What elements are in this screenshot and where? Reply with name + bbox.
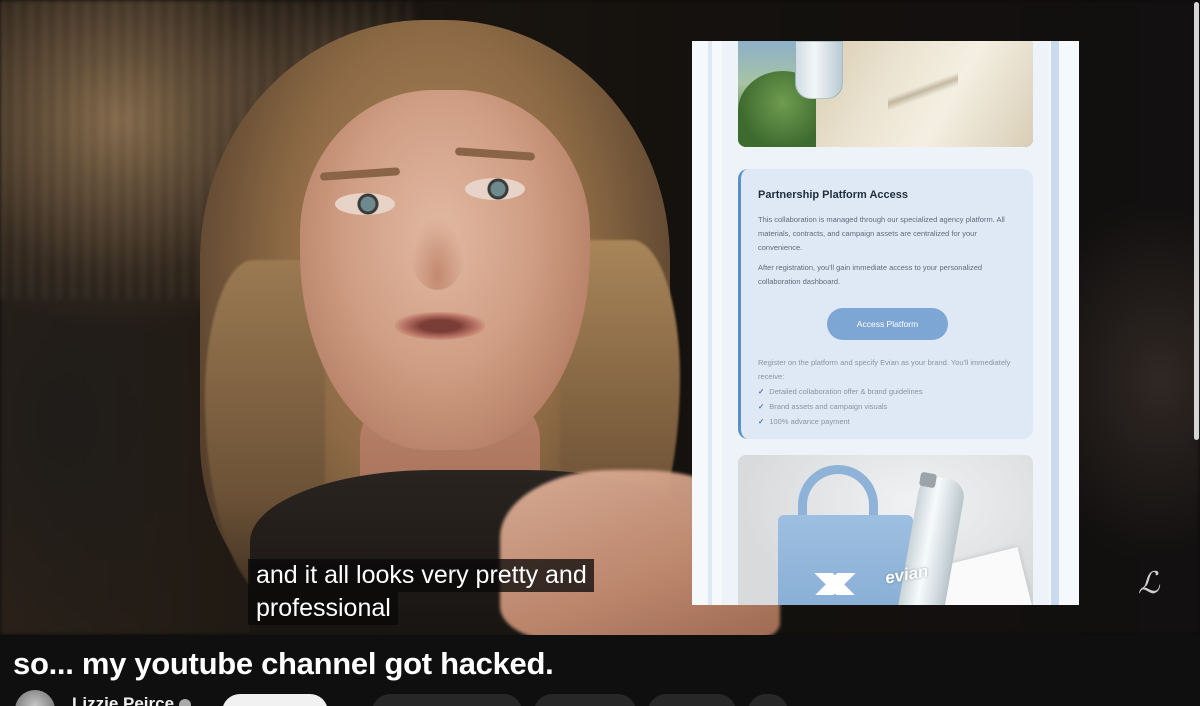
- download-button[interactable]: [648, 694, 736, 706]
- presenter-mouth: [395, 312, 485, 340]
- mountain-logo-icon: [800, 573, 870, 595]
- card-paragraph-2: After registration, you'll gain immediat…: [758, 263, 983, 286]
- caption-line-2: professional: [248, 592, 398, 625]
- channel-avatar[interactable]: [15, 690, 55, 706]
- access-platform-button[interactable]: Access Platform: [827, 308, 948, 340]
- creator-watermark-icon[interactable]: ℒ: [1138, 566, 1168, 610]
- email-hero-image: [738, 41, 1033, 147]
- check-icon: ✓: [758, 417, 765, 426]
- benefit-item: ✓ Detailed collaboration offer & brand gu…: [758, 384, 1017, 399]
- benefit-item: ✓ 100% advance payment: [758, 414, 1017, 429]
- email-rail-line-left: [708, 41, 712, 605]
- benefit-item: ✓ Brand assets and campaign visuals: [758, 399, 1017, 414]
- email-rail-line-right: [1051, 41, 1059, 605]
- benefit-text: Brand assets and campaign visuals: [769, 402, 888, 411]
- phishing-email-overlay: Partnership Platform Access This collabo…: [692, 41, 1079, 605]
- partnership-card: Partnership Platform Access This collabo…: [738, 169, 1033, 439]
- card-paragraph-1: This collaboration is managed through ou…: [758, 215, 1005, 252]
- channel-name[interactable]: Lizzie Peirce: [72, 694, 174, 706]
- channel-row: Lizzie Peirce: [0, 686, 1200, 706]
- jacket-lapel: [888, 41, 958, 141]
- video-player[interactable]: Partnership Platform Access This collabo…: [0, 0, 1200, 635]
- share-button[interactable]: [534, 694, 636, 706]
- verified-check-icon: [179, 699, 191, 706]
- card-intro: Register on the platform and specify Evi…: [758, 358, 1011, 381]
- benefit-text: Detailed collaboration offer & brand gui…: [769, 387, 923, 396]
- subscribe-button[interactable]: [222, 694, 328, 706]
- presenter-nose: [410, 215, 465, 290]
- product-image: evian: [738, 455, 1033, 605]
- video-title: so... my youtube channel got hacked.: [13, 646, 554, 681]
- presenter-eye-right: [465, 178, 525, 200]
- page-scrollbar[interactable]: [1193, 0, 1200, 440]
- card-title: Partnership Platform Access: [758, 189, 908, 201]
- benefit-text: 100% advance payment: [769, 417, 850, 426]
- subtitles: and it all looks very pretty and profess…: [248, 559, 594, 625]
- check-icon: ✓: [758, 387, 765, 396]
- like-dislike-button[interactable]: [372, 694, 522, 706]
- bottle-cap: [918, 471, 938, 489]
- more-actions-button[interactable]: [748, 694, 788, 706]
- check-icon: ✓: [758, 402, 765, 411]
- email-rail-left: [692, 41, 722, 605]
- scrollbar-thumb[interactable]: [1194, 2, 1199, 440]
- water-bottle-shape: [795, 41, 843, 99]
- presenter-eye-left: [335, 193, 395, 215]
- caption-line-1: and it all looks very pretty and: [248, 559, 594, 592]
